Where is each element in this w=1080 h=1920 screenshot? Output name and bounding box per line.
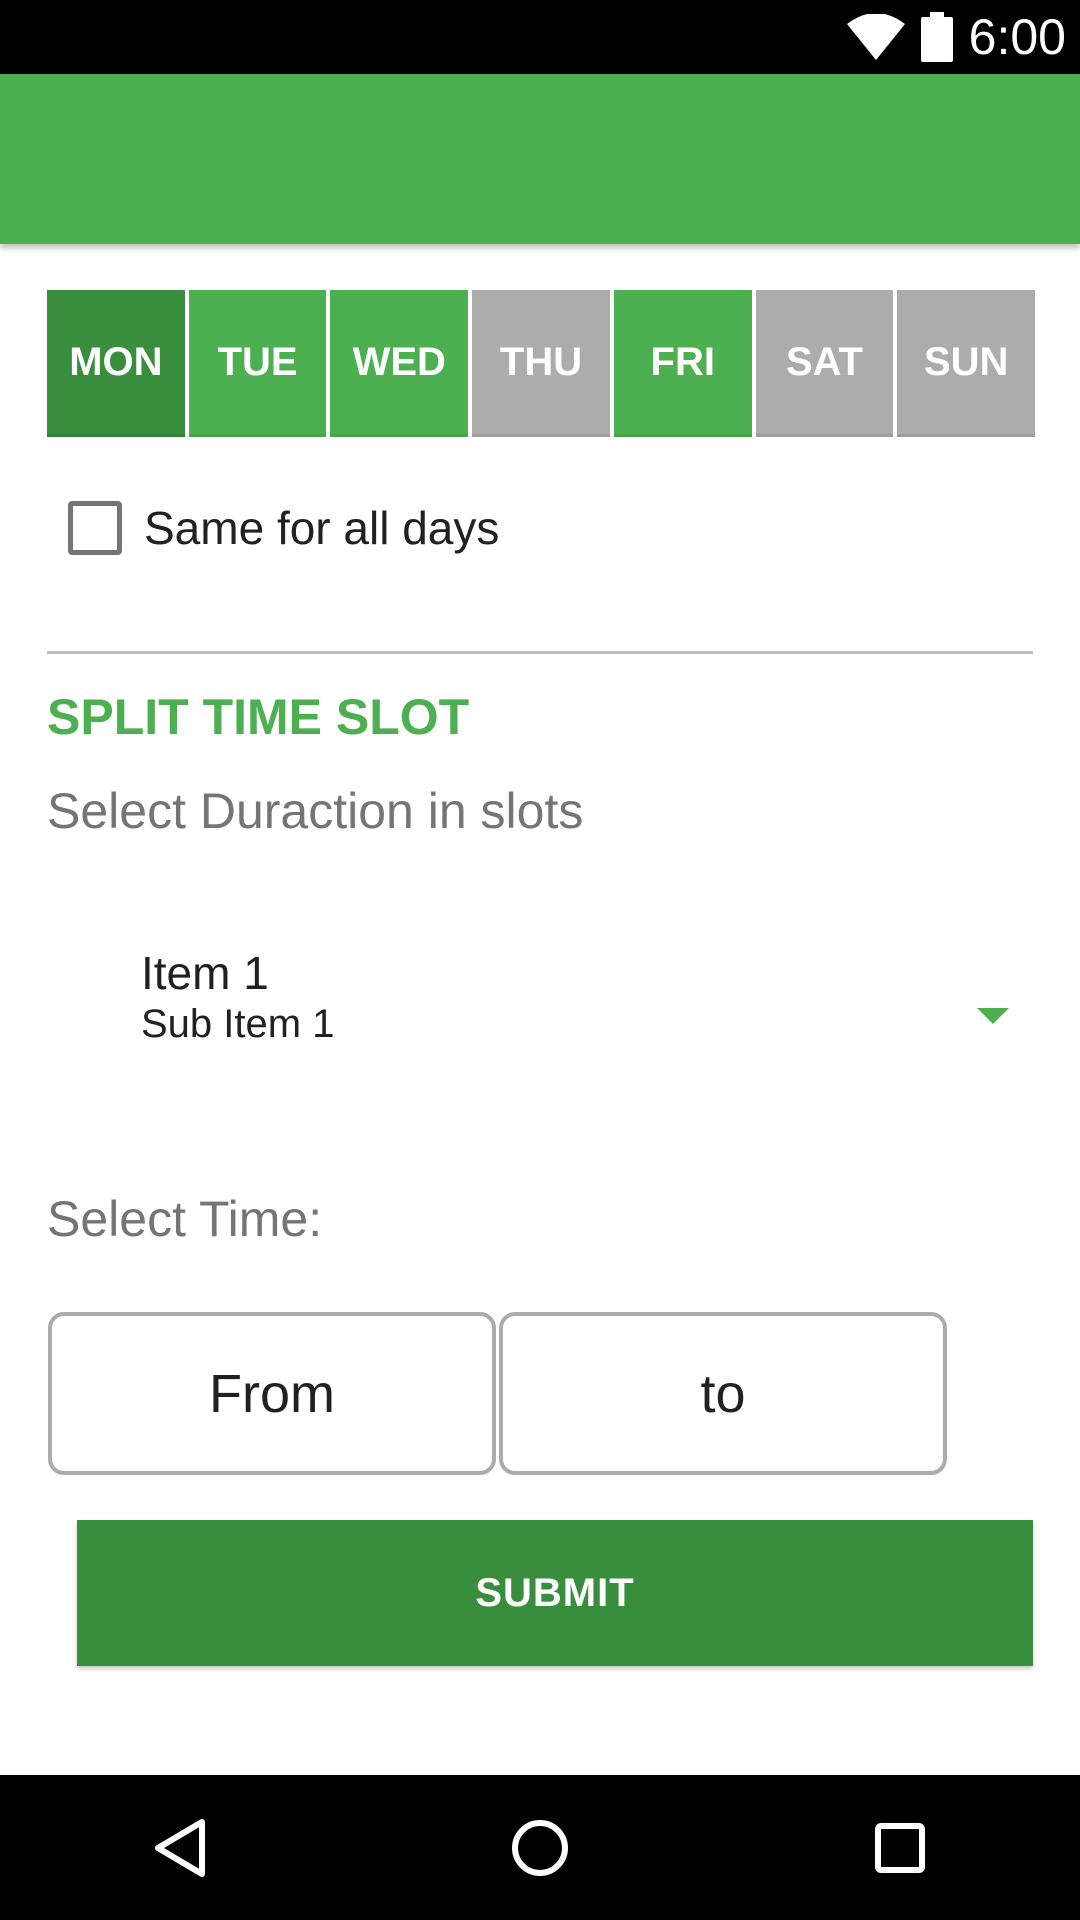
duration-spinner[interactable]: Item 1 Sub Item 1 (47, 930, 1033, 1050)
recent-apps-button[interactable] (820, 1775, 980, 1920)
recent-apps-icon (875, 1822, 925, 1873)
home-icon (512, 1819, 568, 1876)
submit-button[interactable]: SUBMIT (77, 1520, 1033, 1666)
day-tab-sun[interactable]: SUN (897, 290, 1036, 437)
app-bar (0, 74, 1080, 244)
screen: 6:00 MON TUE WED THU FRI SAT SUN Same for all … (0, 0, 1080, 1920)
status-time: 6:00 (968, 9, 1066, 65)
navigation-bar (0, 1775, 1080, 1920)
same-for-all-checkbox[interactable] (68, 501, 122, 555)
same-for-all-label: Same for all days (144, 502, 500, 554)
time-label: Select Time: (47, 1191, 323, 1247)
day-tab-wed[interactable]: WED (330, 290, 469, 437)
back-button[interactable] (100, 1775, 260, 1920)
day-selector: MON TUE WED THU FRI SAT SUN (47, 290, 1036, 437)
day-tab-thu[interactable]: THU (472, 290, 610, 437)
battery-icon (920, 12, 953, 62)
day-tab-tue[interactable]: TUE (188, 290, 327, 437)
wifi-icon (846, 14, 905, 60)
home-button[interactable] (460, 1775, 620, 1920)
same-for-all-row[interactable]: Same for all days (68, 500, 499, 556)
day-tab-fri[interactable]: FRI (613, 290, 752, 437)
status-bar: 6:00 (0, 0, 1080, 74)
dropdown-arrow-icon (977, 1008, 1009, 1029)
duration-label: Select Duraction in slots (47, 783, 584, 839)
spinner-sub-item: Sub Item 1 (141, 1002, 335, 1046)
to-time-button[interactable]: to (499, 1312, 947, 1475)
spinner-item: Item 1 (141, 947, 269, 999)
day-tab-sat[interactable]: SAT (755, 290, 894, 437)
back-icon (155, 1818, 205, 1877)
day-tab-mon[interactable]: MON (47, 290, 185, 437)
section-title: SPLIT TIME SLOT (47, 689, 470, 745)
status-icons: 6:00 (846, 0, 1066, 74)
divider (47, 651, 1033, 654)
from-time-button[interactable]: From (48, 1312, 496, 1475)
